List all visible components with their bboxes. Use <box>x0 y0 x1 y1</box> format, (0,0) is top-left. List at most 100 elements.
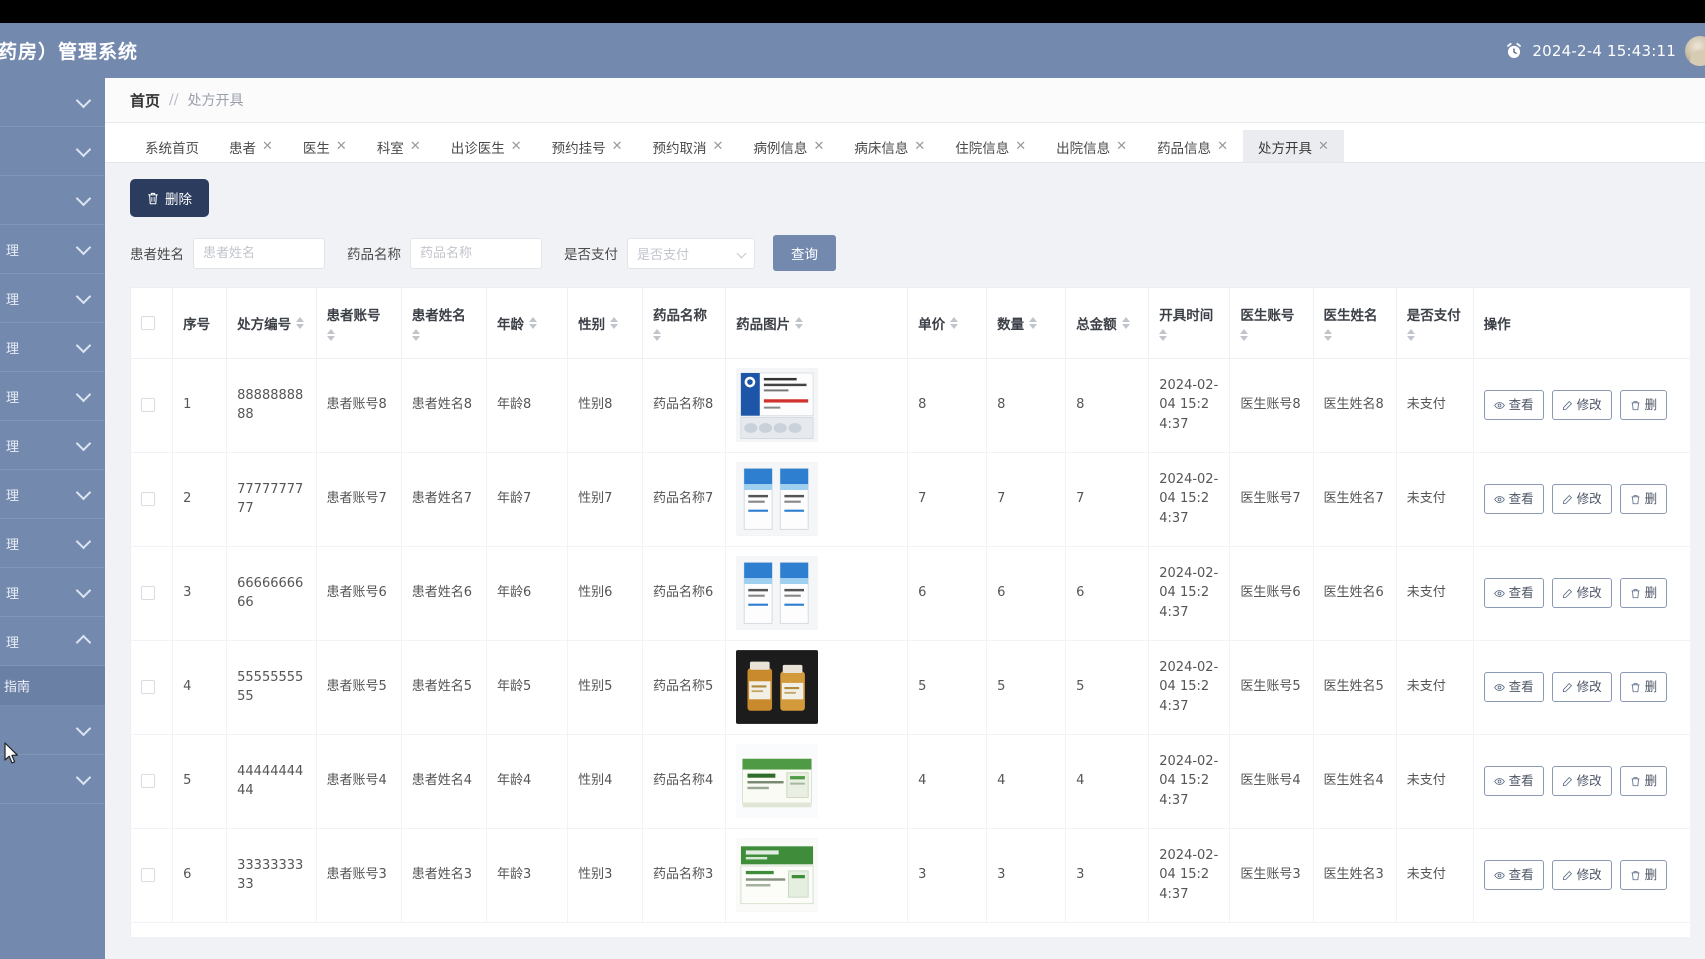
row-checkbox[interactable] <box>141 680 155 694</box>
th-quantity[interactable]: 数量 <box>986 288 1067 359</box>
sidebar-item-8[interactable]: 理 <box>0 421 105 470</box>
tab-visiting-doctor[interactable]: 出诊医生 ✕ <box>436 130 537 162</box>
th-paid[interactable]: 是否支付 <box>1396 288 1474 359</box>
sort-icon[interactable] <box>1159 329 1168 342</box>
row-checkbox[interactable] <box>141 868 155 882</box>
tab-appointment[interactable]: 预约挂号 ✕ <box>537 130 638 162</box>
edit-button[interactable]: 修改 <box>1551 765 1612 797</box>
sidebar-subitem-guide[interactable]: 指南 <box>0 666 105 706</box>
tab-case-info[interactable]: 病例信息 ✕ <box>738 130 839 162</box>
delete-row-button[interactable]: 删 <box>1619 859 1668 891</box>
tab-appointment-cancel[interactable]: 预约取消 ✕ <box>638 130 739 162</box>
tab-department[interactable]: 科室 ✕ <box>362 130 436 162</box>
view-button[interactable]: 查看 <box>1483 389 1544 421</box>
table-row[interactable]: 2 7777777777 患者账号7 患者姓名7 年龄7 性别7 药品名称7 7 7 7 2024-… <box>131 452 1690 547</box>
avatar[interactable] <box>1685 35 1705 66</box>
th-issue-time[interactable]: 开具时间 <box>1148 288 1231 359</box>
sidebar-item-1[interactable] <box>0 78 105 127</box>
close-icon[interactable]: ✕ <box>612 139 623 154</box>
view-button[interactable]: 查看 <box>1483 765 1544 797</box>
delete-button[interactable]: 删除 <box>130 179 209 217</box>
th-age[interactable]: 年龄 <box>486 288 569 359</box>
drug-thumbnail[interactable] <box>736 368 819 442</box>
sort-icon[interactable] <box>411 329 420 342</box>
edit-button[interactable]: 修改 <box>1551 389 1612 421</box>
sidebar-item-10[interactable]: 理 <box>0 519 105 568</box>
sidebar-item-9[interactable]: 理 <box>0 470 105 519</box>
sort-icon[interactable] <box>296 316 305 329</box>
row-checkbox[interactable] <box>141 774 155 788</box>
paid-status-select[interactable]: 是否支付 <box>627 237 755 269</box>
delete-row-button[interactable]: 删 <box>1619 765 1668 797</box>
tab-system-home[interactable]: 系统首页 <box>130 130 214 162</box>
tab-discharge-info[interactable]: 出院信息 ✕ <box>1041 130 1142 162</box>
drug-thumbnail[interactable] <box>736 650 819 724</box>
close-icon[interactable]: ✕ <box>1015 139 1026 154</box>
tab-prescription[interactable]: 处方开具 ✕ <box>1242 130 1344 162</box>
th-drug-name[interactable]: 药品名称 <box>642 288 727 359</box>
sort-icon[interactable] <box>950 316 959 329</box>
delete-row-button[interactable]: 删 <box>1619 389 1668 421</box>
table-row[interactable]: 6 3333333333 患者账号3 患者姓名3 年龄3 性别3 药品名称3 3 3 3 2024-… <box>131 828 1690 923</box>
table-row[interactable]: 4 5555555555 患者账号5 患者姓名5 年龄5 性别5 药品名称5 5 5 5 2024-… <box>131 640 1690 735</box>
edit-button[interactable]: 修改 <box>1551 577 1612 609</box>
sort-icon[interactable] <box>1323 329 1332 342</box>
close-icon[interactable]: ✕ <box>410 139 421 154</box>
close-icon[interactable]: ✕ <box>1217 139 1228 154</box>
close-icon[interactable]: ✕ <box>813 139 824 154</box>
view-button[interactable]: 查看 <box>1483 671 1544 703</box>
th-drug-image[interactable]: 药品图片 <box>725 288 909 359</box>
sidebar-item-5[interactable]: 理 <box>0 274 105 323</box>
th-patient-account[interactable]: 患者账号 <box>316 288 402 359</box>
sort-icon[interactable] <box>529 316 538 329</box>
edit-button[interactable]: 修改 <box>1551 671 1612 703</box>
sort-icon[interactable] <box>610 316 619 329</box>
th-doctor-name[interactable]: 医生姓名 <box>1313 288 1397 359</box>
sidebar-item-3[interactable] <box>0 176 105 225</box>
th-gender[interactable]: 性别 <box>567 288 643 359</box>
tab-bed-info[interactable]: 病床信息 ✕ <box>839 130 940 162</box>
sidebar-item-12-expanded[interactable]: 理 <box>0 617 105 666</box>
drug-thumbnail[interactable] <box>736 744 819 818</box>
delete-row-button[interactable]: 删 <box>1619 577 1668 609</box>
view-button[interactable]: 查看 <box>1483 577 1544 609</box>
row-checkbox[interactable] <box>141 492 155 506</box>
th-price[interactable]: 单价 <box>907 288 988 359</box>
close-icon[interactable]: ✕ <box>1318 139 1329 154</box>
tab-admission-info[interactable]: 住院信息 ✕ <box>940 130 1041 162</box>
sort-icon[interactable] <box>1029 316 1038 329</box>
tab-doctor[interactable]: 医生 ✕ <box>288 130 362 162</box>
drug-name-input[interactable] <box>410 237 542 269</box>
th-total[interactable]: 总金额 <box>1065 288 1150 359</box>
tab-drug-info[interactable]: 药品信息 ✕ <box>1142 130 1243 162</box>
tab-patient[interactable]: 患者 ✕ <box>214 130 288 162</box>
close-icon[interactable]: ✕ <box>511 139 522 154</box>
table-row[interactable]: 3 6666666666 患者账号6 患者姓名6 年龄6 性别6 药品名称6 6 6 6 2024-… <box>131 546 1690 641</box>
close-icon[interactable]: ✕ <box>914 139 925 154</box>
select-all-checkbox[interactable] <box>141 315 155 330</box>
drug-thumbnail[interactable] <box>736 556 819 630</box>
sidebar-item-6[interactable]: 理 <box>0 323 105 372</box>
drug-thumbnail[interactable] <box>736 838 819 912</box>
query-button[interactable]: 查询 <box>773 235 836 271</box>
sidebar-item-11[interactable]: 理 <box>0 568 105 617</box>
sort-icon[interactable] <box>1240 329 1249 342</box>
row-checkbox[interactable] <box>141 398 155 412</box>
edit-button[interactable]: 修改 <box>1551 859 1612 891</box>
delete-row-button[interactable]: 删 <box>1619 483 1668 515</box>
table-row[interactable]: 1 8888888888 患者账号8 患者姓名8 年龄8 性别8 药品名称8 8 8 8 2024-… <box>131 358 1690 453</box>
sort-icon[interactable] <box>652 329 661 342</box>
view-button[interactable]: 查看 <box>1483 859 1544 891</box>
close-icon[interactable]: ✕ <box>336 139 347 154</box>
edit-button[interactable]: 修改 <box>1551 483 1612 515</box>
close-icon[interactable]: ✕ <box>1116 139 1127 154</box>
row-checkbox[interactable] <box>141 586 155 600</box>
th-doctor-account[interactable]: 医生账号 <box>1229 288 1314 359</box>
patient-name-input[interactable] <box>193 237 325 269</box>
sidebar-item-7[interactable]: 理 <box>0 372 105 421</box>
th-patient-name[interactable]: 患者姓名 <box>401 288 488 359</box>
sort-icon[interactable] <box>326 329 335 342</box>
drug-thumbnail[interactable] <box>736 462 819 536</box>
sidebar-item-4[interactable]: 理 <box>0 225 105 274</box>
th-rx-no[interactable]: 处方编号 <box>226 288 317 359</box>
